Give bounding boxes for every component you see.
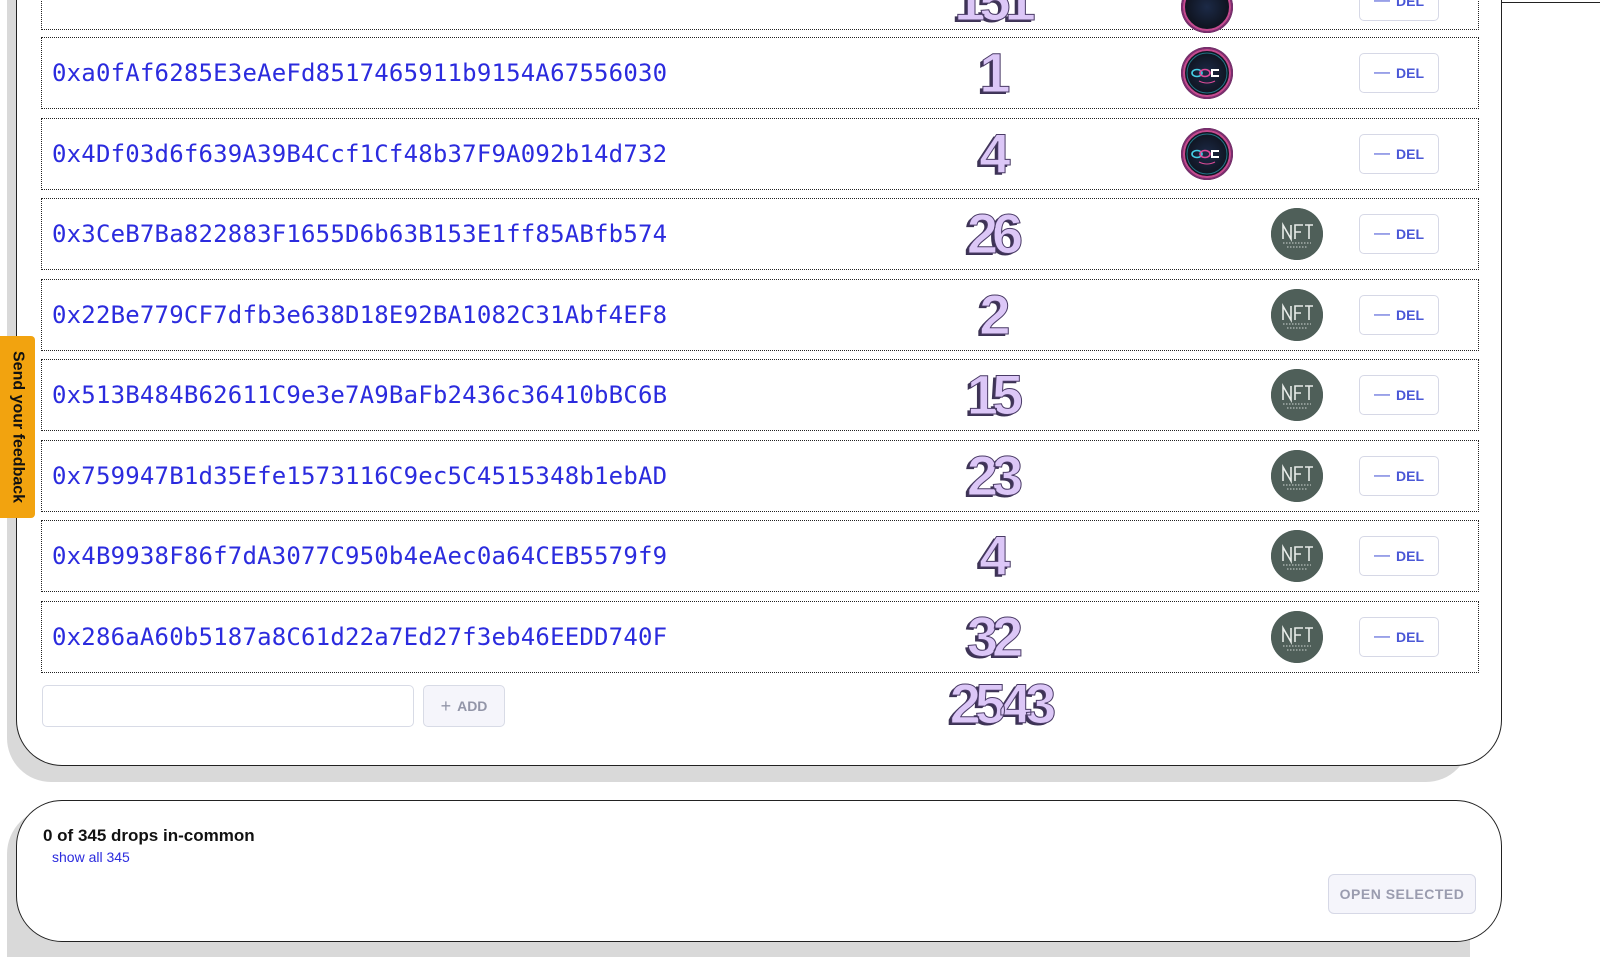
minus-icon: — xyxy=(1374,628,1390,645)
cocon-drop-icon xyxy=(1181,128,1233,180)
address-link[interactable]: 0x4Df03d6f639A39B4Ccf1Cf48b37F9A092b14d7… xyxy=(52,140,667,168)
delete-button[interactable]: — DEL xyxy=(1359,456,1439,496)
feedback-tab-label: Send your feedback xyxy=(9,350,27,504)
delete-button[interactable]: — DEL xyxy=(1359,536,1439,576)
address-link[interactable]: 0x513B484B62611C9e3e7A9BaFb2436c36410bBC… xyxy=(52,381,667,409)
address-link[interactable]: 0xa0fAf6285E3eAeFd8517465911b9154A675560… xyxy=(52,59,667,87)
address-drop-count: 151 xyxy=(954,0,1036,32)
address-link[interactable]: 0x22Be779CF7dfb3e638D18E92BA1082C31Abf4E… xyxy=(52,301,667,329)
minus-icon: — xyxy=(1374,64,1390,81)
nft-drop-icon xyxy=(1271,530,1323,582)
address-row: 0x513B484B62611C9e3e7A9BaFb2436c36410bBC… xyxy=(41,359,1479,431)
delete-button-label: DEL xyxy=(1396,65,1424,81)
address-row: 0x286aA60b5187a8C61d22a7Ed27f3eb46EEDD74… xyxy=(41,601,1479,673)
nft-drop-icon xyxy=(1271,611,1323,663)
address-drop-count: 23 xyxy=(966,444,1023,507)
delete-button-label: DEL xyxy=(1396,226,1424,242)
common-drops-card xyxy=(16,800,1502,942)
address-row-partial: 151 — DEL xyxy=(41,0,1479,33)
delete-button-label: DEL xyxy=(1396,468,1424,484)
address-drop-count: 32 xyxy=(966,605,1023,668)
delete-button-label: DEL xyxy=(1396,146,1424,162)
nft-drop-icon xyxy=(1271,208,1323,260)
minus-icon: — xyxy=(1374,145,1390,162)
nft-drop-icon xyxy=(1271,289,1323,341)
address-link[interactable]: 0x286aA60b5187a8C61d22a7Ed27f3eb46EEDD74… xyxy=(52,623,667,651)
nft-drop-icon xyxy=(1271,369,1323,421)
address-row: 0x759947B1d35Efe1573116C9ec5C4515348b1eb… xyxy=(41,440,1479,512)
minus-icon: — xyxy=(1374,306,1390,323)
delete-button[interactable]: — DEL xyxy=(1359,295,1439,335)
delete-button[interactable]: — DEL xyxy=(1359,214,1439,254)
address-drop-count: 4 xyxy=(979,122,1011,185)
page: 151 — DEL 0xa0fAf6285E3eAeFd8517465911b9… xyxy=(0,0,1600,957)
cocon-drop-icon xyxy=(1181,47,1233,99)
delete-button[interactable]: — DEL xyxy=(1359,617,1439,657)
delete-button-label: DEL xyxy=(1396,629,1424,645)
show-all-link[interactable]: show all 345 xyxy=(52,849,130,865)
address-drop-count: 4 xyxy=(979,524,1011,587)
delete-button[interactable]: — DEL xyxy=(1359,134,1439,174)
delete-button-label: DEL xyxy=(1396,307,1424,323)
common-drops-title: 0 of 345 drops in-common xyxy=(43,826,255,845)
cocon-drop-icon xyxy=(1181,0,1233,33)
address-row: 0x3CeB7Ba822883F1655D6b63B153E1ff85ABfb5… xyxy=(41,198,1479,270)
address-row: 0xa0fAf6285E3eAeFd8517465911b9154A675560… xyxy=(41,37,1479,109)
address-row: 0x22Be779CF7dfb3e638D18E92BA1082C31Abf4E… xyxy=(41,279,1479,351)
delete-button-label: DEL xyxy=(1396,0,1424,9)
delete-button[interactable]: — DEL xyxy=(1359,53,1439,93)
address-link[interactable]: 0x4B9938F86f7dA3077C950b4eAec0a64CEB5579… xyxy=(52,542,667,570)
address-input[interactable] xyxy=(42,685,414,727)
delete-button[interactable]: — DEL xyxy=(1359,0,1439,21)
address-drop-count: 2 xyxy=(979,283,1011,346)
add-button-label: ADD xyxy=(457,698,488,714)
add-button[interactable]: + ADD xyxy=(423,685,505,727)
delete-button[interactable]: — DEL xyxy=(1359,375,1439,415)
total-drop-count: 2543 xyxy=(949,672,1057,735)
open-selected-button[interactable]: OPEN SELECTED xyxy=(1328,874,1476,914)
address-link[interactable]: 0x759947B1d35Efe1573116C9ec5C4515348b1eb… xyxy=(52,462,667,490)
minus-icon: — xyxy=(1374,467,1390,484)
address-drop-count: 26 xyxy=(966,202,1023,265)
address-drop-count: 15 xyxy=(966,363,1023,426)
address-link[interactable]: 0x3CeB7Ba822883F1655D6b63B153E1ff85ABfb5… xyxy=(52,220,667,248)
plus-icon: + xyxy=(440,695,452,716)
delete-button-label: DEL xyxy=(1396,387,1424,403)
minus-icon: — xyxy=(1374,547,1390,564)
feedback-tab[interactable]: Send your feedback xyxy=(0,336,35,518)
minus-icon: — xyxy=(1374,386,1390,403)
address-row: 0x4B9938F86f7dA3077C950b4eAec0a64CEB5579… xyxy=(41,520,1479,592)
nft-drop-icon xyxy=(1271,450,1323,502)
address-row: 0x4Df03d6f639A39B4Ccf1Cf48b37F9A092b14d7… xyxy=(41,118,1479,190)
address-drop-count: 1 xyxy=(979,41,1011,104)
minus-icon: — xyxy=(1374,225,1390,242)
delete-button-label: DEL xyxy=(1396,548,1424,564)
minus-icon: — xyxy=(1374,0,1390,9)
